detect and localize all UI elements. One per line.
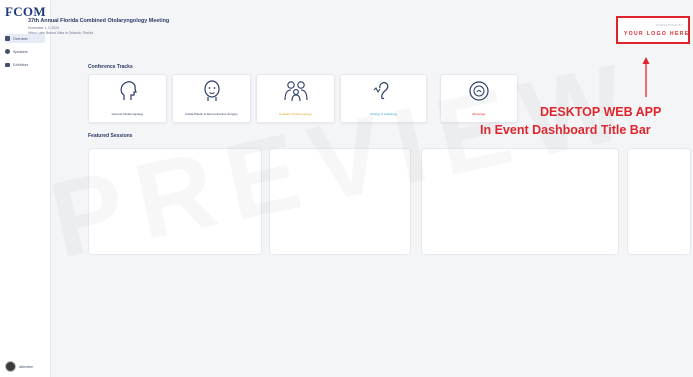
event-date: November 1-3, 2024 — [28, 26, 59, 30]
track-card-facial[interactable]: Facial Plastic & Reconstructive Surgery — [172, 74, 251, 123]
event-venue: Hilton Lake Buena Vista in Orlando, Flor… — [28, 31, 93, 35]
track-label: Facial Plastic & Reconstructive Surgery — [185, 112, 238, 117]
avatar[interactable] — [5, 361, 16, 372]
head-profile-icon — [120, 81, 137, 100]
track-card-pediatric[interactable]: Pediatric Otolaryngology — [256, 74, 335, 123]
face-icon — [203, 80, 220, 101]
family-icon — [283, 81, 308, 102]
user-name: Attendee — [19, 364, 34, 369]
sidebar-item-overview[interactable]: Overview — [5, 34, 45, 43]
annotation-line-1: DESKTOP WEB APP — [540, 105, 662, 119]
session-card[interactable] — [627, 148, 691, 255]
tracks-heading: Conference Tracks — [88, 64, 133, 70]
sidebar: FCOM Overview Speakers Exhibitors Attend… — [0, 0, 51, 377]
sponsor-logo-box[interactable]: PRESENTED BY YOUR LOGO HERE — [616, 16, 690, 44]
track-label: Rhinology — [472, 112, 486, 117]
people-icon — [5, 49, 10, 54]
session-card[interactable] — [421, 148, 619, 255]
track-label: General Otolaryngology — [111, 112, 144, 117]
annotation-line-2: In Event Dashboard Title Bar — [480, 123, 651, 137]
track-card-otology[interactable]: Otology & Audiology — [340, 74, 427, 123]
ear-icon — [373, 81, 388, 100]
grid-icon — [5, 36, 10, 41]
sidebar-item-label: Speakers — [13, 49, 28, 54]
session-card[interactable] — [88, 148, 262, 255]
sidebar-item-speakers[interactable]: Speakers — [5, 47, 45, 56]
sidebar-item-exhibitors[interactable]: Exhibitors — [5, 60, 45, 69]
sidebar-item-label: Exhibitors — [13, 62, 29, 67]
callout-arrow-icon — [642, 57, 650, 97]
track-card-rhinology[interactable]: Rhinology — [440, 74, 518, 123]
featured-heading: Featured Sessions — [88, 133, 133, 139]
user-profile[interactable]: Attendee — [5, 361, 33, 372]
sponsor-logo-text: YOUR LOGO HERE — [624, 31, 690, 37]
list-icon — [5, 62, 10, 67]
track-card-general[interactable]: General Otolaryngology — [88, 74, 167, 123]
sponsor-caption: PRESENTED BY — [656, 23, 683, 27]
track-label: Pediatric Otolaryngology — [279, 112, 312, 117]
track-label: Otology & Audiology — [369, 112, 398, 117]
sidebar-item-label: Overview — [13, 36, 28, 41]
page-title: 37th Annual Florida Combined Otolaryngol… — [28, 18, 170, 24]
nose-icon — [469, 81, 489, 101]
session-card[interactable] — [269, 148, 411, 255]
